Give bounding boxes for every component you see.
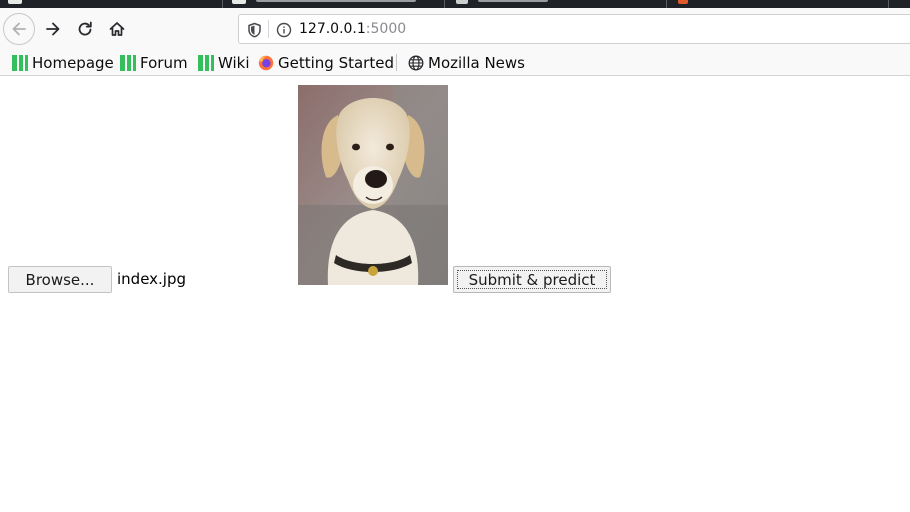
tab-favicon — [456, 0, 468, 4]
tab-separator — [888, 0, 889, 8]
site-info-icon[interactable] — [276, 22, 292, 38]
url-text[interactable]: 127.0.0.1:5000 — [299, 21, 406, 37]
manjaro-icon — [120, 55, 136, 71]
reload-button[interactable] — [69, 13, 101, 45]
bookmark-label: Mozilla News — [428, 54, 525, 72]
address-bar[interactable]: 127.0.0.1:5000 — [238, 14, 910, 44]
selected-file-name: index.jpg — [117, 270, 187, 288]
bookmark-mozilla-news[interactable]: Mozilla News — [408, 53, 525, 73]
bookmark-label: Homepage — [32, 54, 114, 72]
submit-predict-button[interactable]: Submit & predict — [453, 266, 611, 293]
tab-title-fragment — [478, 0, 548, 2]
address-bar-separator — [268, 20, 269, 38]
uploaded-image-preview — [298, 85, 448, 285]
home-button[interactable] — [101, 13, 133, 45]
manjaro-icon — [198, 55, 214, 71]
globe-icon — [408, 55, 424, 71]
bookmark-wiki[interactable]: Wiki — [198, 53, 250, 73]
forward-arrow-icon — [46, 22, 60, 36]
tab-separator — [666, 0, 667, 8]
tab-separator — [444, 0, 445, 8]
bookmarks-separator — [396, 54, 397, 71]
manjaro-icon — [12, 55, 28, 71]
firefox-icon — [258, 55, 274, 71]
url-host: 127.0.0.1 — [299, 21, 366, 37]
navigation-toolbar: 127.0.0.1:5000 — [0, 8, 910, 50]
tracking-protection-shield-icon[interactable] — [247, 22, 262, 38]
tab-strip — [0, 0, 910, 8]
home-icon — [109, 22, 125, 36]
tab-favicon — [232, 0, 246, 4]
tab-favicon — [8, 0, 22, 4]
bookmark-homepage[interactable]: Homepage — [12, 53, 114, 73]
bookmark-getting-started[interactable]: Getting Started — [258, 53, 394, 73]
back-arrow-icon — [12, 22, 26, 36]
browse-file-button[interactable]: Browse... — [8, 266, 112, 293]
bookmark-forum[interactable]: Forum — [120, 53, 188, 73]
tab-title-fragment — [256, 0, 416, 2]
bookmark-label: Wiki — [218, 54, 250, 72]
tab-separator — [222, 0, 223, 8]
forward-button[interactable] — [37, 13, 69, 45]
bookmarks-toolbar: Homepage Forum Wiki Getting Started Mozi… — [0, 50, 910, 76]
reload-icon — [78, 21, 92, 36]
url-port: :5000 — [365, 21, 407, 37]
tab-favicon — [678, 0, 688, 4]
bookmark-label: Forum — [140, 54, 188, 72]
back-button[interactable] — [3, 13, 35, 45]
bookmark-label: Getting Started — [278, 54, 394, 72]
